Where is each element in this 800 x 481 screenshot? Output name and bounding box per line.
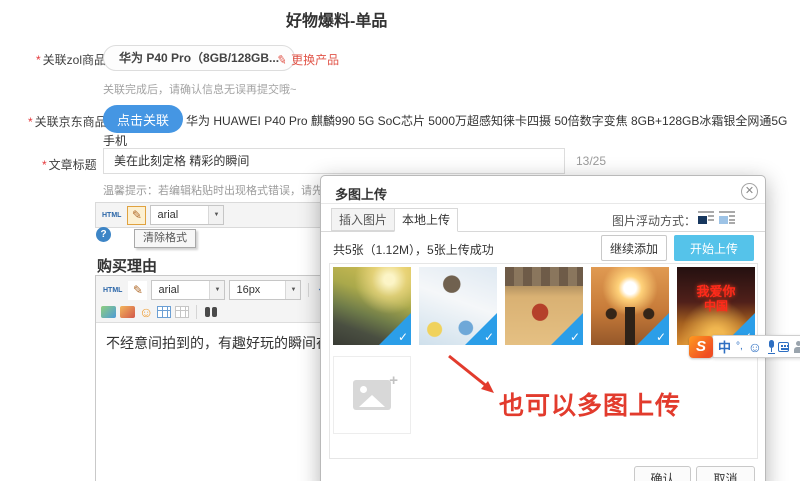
insert-image-icon[interactable] [101, 306, 116, 318]
multi-upload-dialog: 多图上传 ✕ 插入图片 本地上传 图片浮动方式： 共5张（1.12M），5张上传… [320, 175, 766, 481]
divider [321, 203, 765, 204]
check-icon: ✓ [397, 330, 408, 344]
divider [321, 231, 765, 232]
page-title: 好物爆料-单品 [286, 13, 388, 30]
thumbnail-glowing-lamp[interactable]: ✓ [591, 267, 669, 345]
lamp-pole [625, 307, 635, 345]
thumbnail-child-reading[interactable]: ✓ [419, 267, 497, 345]
image-float-label: 图片浮动方式： [612, 214, 697, 228]
emoticon-icon[interactable]: ☺ [139, 305, 153, 319]
start-upload-button[interactable]: 开始上传 [674, 235, 754, 261]
html-source-icon[interactable]: HTML [100, 212, 123, 219]
insert-table-icon[interactable] [157, 306, 172, 318]
change-product-link[interactable]: ✎ 更换产品 [275, 51, 339, 68]
format-brush-icon[interactable]: ✎ [128, 280, 148, 300]
confirm-button[interactable]: 确认 [634, 466, 691, 481]
editor2-size-select[interactable]: 16px ▼ [229, 280, 302, 300]
insert-multi-image-icon[interactable] [120, 306, 135, 318]
tab-insert-image[interactable]: 插入图片 [331, 208, 395, 231]
check-icon: ✓ [655, 330, 666, 344]
ime-language-toggle[interactable]: 中 [718, 337, 731, 356]
upload-status-text: 共5张（1.12M），5张上传成功 [333, 243, 494, 257]
find-replace-icon[interactable] [204, 306, 218, 318]
thumbnail-night-lights[interactable]: 我爱你 中国 ✓ [677, 267, 755, 345]
add-image-icon: + [353, 372, 398, 410]
jd-product-line1: 华为 HUAWEI P40 Pro 麒麟990 5G SoC芯片 5000万超感… [186, 114, 788, 128]
chevron-down-icon: ▼ [208, 206, 224, 224]
thumb-text: 中国 [703, 299, 728, 313]
tab-local-upload[interactable]: 本地上传 [394, 208, 458, 232]
ime-microphone-icon[interactable] [767, 339, 776, 354]
float-left-icon[interactable] [698, 211, 714, 224]
zol-hint: 关联完成后，请确认信息无误再提交哦~ [103, 84, 297, 96]
ime-toolbar: 中 °, ☺ [712, 335, 800, 358]
jd-label: * 关联京东商品 [28, 115, 107, 129]
sogou-logo-icon[interactable]: S [689, 336, 713, 358]
title-char-counter: 13/25 [576, 154, 607, 168]
article-title-input[interactable]: 美在此刻定格 精彩的瞬间 [103, 148, 565, 174]
ime-keyboard-icon[interactable] [778, 341, 790, 352]
html-source-icon[interactable]: HTML [101, 287, 124, 294]
edit-pencil-icon: ✎ [275, 52, 289, 68]
article-title-label: * 文章标题 [42, 158, 97, 172]
divider [196, 305, 198, 319]
float-right-icon[interactable] [719, 211, 735, 224]
check-icon: ✓ [569, 330, 580, 344]
required-mark: * [28, 115, 33, 129]
ime-punctuation-toggle[interactable]: °, [736, 341, 743, 352]
jd-link-button[interactable]: 点击关联 [103, 105, 183, 133]
thumbnail-autumn-park[interactable]: ✓ [333, 267, 411, 345]
annotation-text: 也可以多图上传 [499, 392, 682, 420]
required-mark: * [42, 158, 47, 172]
divider [308, 283, 310, 297]
required-mark: * [36, 53, 41, 67]
help-icon[interactable]: ? [96, 227, 111, 242]
cancel-button[interactable]: 取消 [696, 466, 755, 481]
section-heading: 购买理由 [97, 258, 158, 275]
editor2-font-select[interactable]: arial ▼ [151, 280, 226, 300]
chevron-down-icon: ▼ [209, 281, 225, 299]
zol-label: * 关联zol商品 [36, 53, 107, 67]
table-disabled-icon [175, 306, 190, 318]
chevron-down-icon: ▼ [285, 281, 301, 299]
thumbnail-dog-on-sand[interactable]: ✓ [505, 267, 583, 345]
ime-emoji-icon[interactable]: ☺ [748, 340, 762, 354]
clear-format-brush-icon[interactable]: ✎ [127, 205, 147, 225]
jd-product-line2: 手机 [103, 134, 128, 148]
ime-toolbox-icon[interactable] [793, 340, 800, 353]
annotation-arrow [448, 354, 494, 393]
continue-add-button[interactable]: 继续添加 [601, 235, 667, 261]
editor1-font-select[interactable]: arial ▼ [150, 205, 225, 225]
zol-product-pill[interactable]: 华为 P40 Pro（8GB/128GB... [103, 45, 296, 71]
screen: 好物爆料-单品 * 关联zol商品 华为 P40 Pro（8GB/128GB...… [0, 0, 800, 481]
upload-list-area: ✓ ✓ ✓ ✓ 我爱你 中国 ✓ [329, 263, 758, 459]
check-icon: ✓ [483, 330, 494, 344]
dialog-title: 多图上传 [335, 187, 388, 202]
clear-format-tooltip: 清除格式 [134, 229, 196, 248]
close-icon[interactable]: ✕ [741, 183, 758, 200]
add-image-placeholder[interactable]: + [333, 356, 411, 434]
